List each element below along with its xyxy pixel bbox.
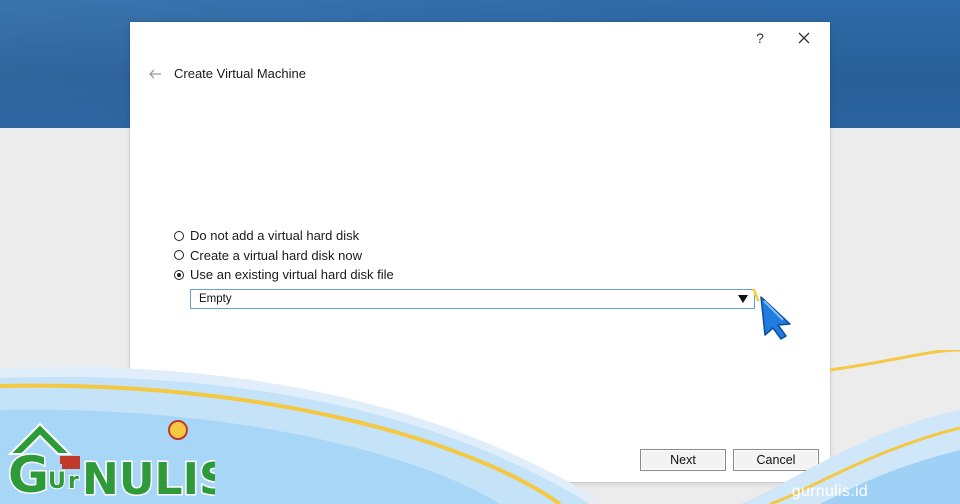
- option-no-disk[interactable]: Do not add a virtual hard disk: [174, 226, 394, 246]
- radio-no-disk[interactable]: [174, 230, 184, 241]
- option-create-disk[interactable]: Create a virtual hard disk now: [174, 246, 394, 266]
- dropdown-arrow-icon[interactable]: [738, 295, 748, 303]
- option-no-disk-label: Do not add a virtual hard disk: [190, 228, 360, 244]
- option-create-disk-label: Create a virtual hard disk now: [190, 247, 362, 263]
- help-button[interactable]: ?: [752, 30, 768, 46]
- back-arrow-icon[interactable]: [148, 67, 162, 81]
- radio-create-disk[interactable]: [174, 250, 184, 261]
- site-watermark: gurnulis.id: [791, 483, 868, 500]
- svg-text:NULIS: NULIS: [82, 454, 215, 504]
- svg-text:r: r: [68, 469, 79, 494]
- option-existing-disk[interactable]: Use an existing virtual hard disk file: [174, 265, 394, 285]
- dialog-header: Create Virtual Machine: [148, 66, 306, 81]
- radio-existing-disk[interactable]: [174, 269, 184, 280]
- svg-text:G: G: [8, 446, 49, 504]
- gurnulis-logo: G U r NULIS: [7, 420, 215, 504]
- option-existing-disk-label: Use an existing virtual hard disk file: [190, 267, 394, 283]
- svg-text:U: U: [48, 469, 66, 494]
- dialog-title: Create Virtual Machine: [174, 66, 306, 81]
- hard-disk-options: Do not add a virtual hard disk Create a …: [174, 226, 394, 285]
- close-icon[interactable]: [796, 30, 812, 46]
- mouse-cursor-icon: [752, 288, 796, 345]
- disk-file-select-value: Empty: [199, 293, 232, 305]
- disk-file-select[interactable]: Empty: [190, 289, 755, 309]
